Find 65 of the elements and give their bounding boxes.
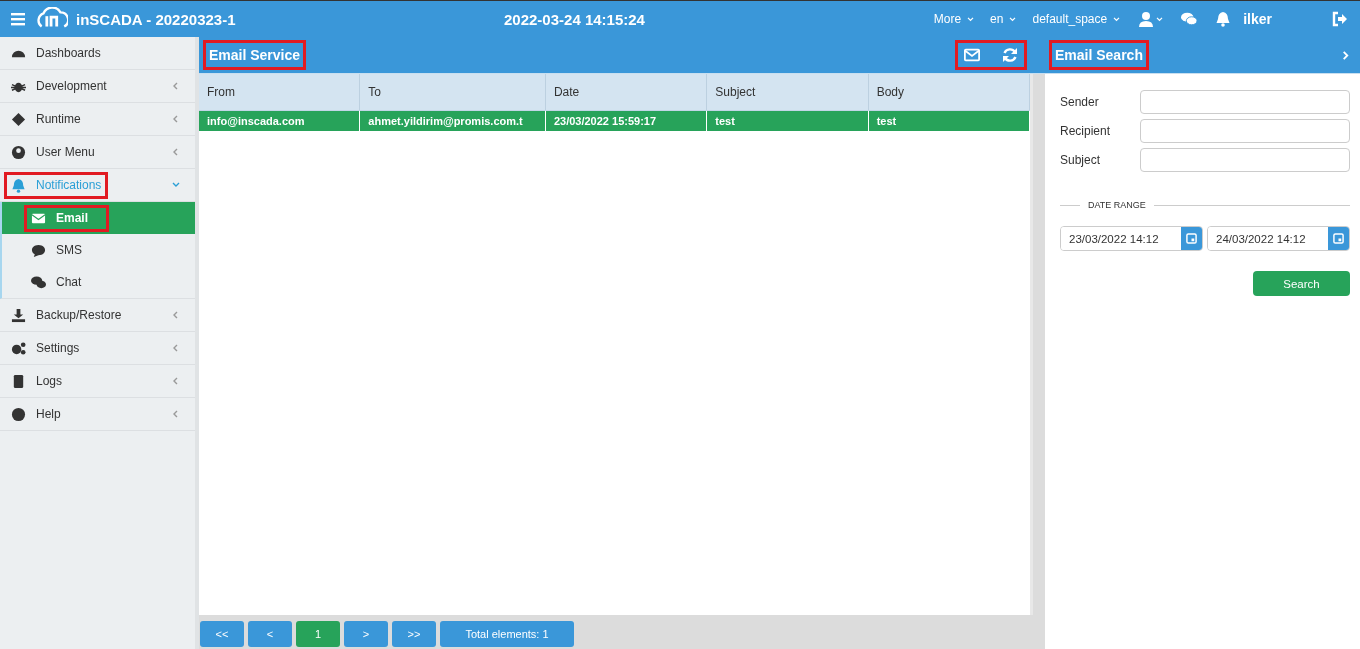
menu-label: Help (36, 407, 61, 421)
table-cell: test (707, 111, 869, 131)
chat-icon[interactable] (1181, 11, 1198, 27)
field-label: Recipient (1060, 124, 1112, 138)
caret-icon (967, 16, 975, 22)
panel-title: Email Search (1049, 40, 1149, 70)
menu-label: Settings (36, 341, 80, 355)
menu-label: Notifications (36, 178, 102, 192)
calendar-button[interactable] (1181, 227, 1202, 250)
menu-icon[interactable] (10, 11, 26, 27)
download-icon (11, 307, 26, 323)
column-header[interactable]: From (199, 74, 361, 110)
menu-label: Dashboards (36, 46, 101, 60)
envelope-icon[interactable] (964, 47, 980, 63)
calendar-icon (1186, 233, 1197, 244)
calendar-button[interactable] (1328, 227, 1349, 250)
menu-label: Email (56, 211, 88, 225)
input-field[interactable] (1140, 148, 1350, 172)
sidebar-item[interactable]: Settings (0, 332, 195, 365)
sidebar-item[interactable]: Backup/Restore (0, 299, 195, 332)
menu-label: Logs (36, 374, 63, 388)
column-header[interactable]: To (360, 74, 546, 110)
date-time: 2022-03-24 14:15:24 (504, 10, 645, 28)
sidebar-item[interactable]: Dashboards (0, 37, 195, 70)
input-field[interactable] (1140, 90, 1350, 114)
sidebar-item[interactable]: Runtime (0, 103, 195, 136)
section-legend: DATE RANGE (1088, 200, 1146, 210)
calendar-icon (1333, 233, 1344, 244)
table-cell: 23/03/2022 15:59:17 (545, 111, 708, 131)
chat-icon (31, 274, 46, 290)
submenu-item[interactable]: Chat (2, 266, 195, 298)
column-header[interactable]: Date (545, 74, 708, 110)
field-label: Sender (1060, 95, 1100, 109)
submenu-item[interactable]: SMS (2, 234, 195, 266)
total-count: Total elements: 1 (440, 621, 574, 647)
sidebar-item[interactable]: Development (0, 70, 195, 103)
menu-label: User Menu (36, 145, 95, 159)
menu-label: Chat (56, 275, 82, 289)
column-header[interactable]: Subject (707, 74, 869, 110)
field-label: Subject (1060, 153, 1102, 167)
refresh-icon[interactable] (1002, 47, 1018, 63)
table-cell: info@inscada.com (199, 111, 361, 131)
sms-bubble-icon (31, 242, 46, 258)
input-field[interactable] (1140, 119, 1350, 143)
caret-icon[interactable] (1156, 16, 1164, 22)
table-cell: ahmet.yildirim@promis.com.t (360, 111, 546, 131)
menu-label: SMS (56, 243, 82, 257)
bell-icon (11, 177, 26, 193)
app-title: inSCADA - 20220323-1 (76, 10, 237, 28)
column-header[interactable]: Body (868, 74, 1030, 110)
sidebar-item[interactable]: Logs (0, 365, 195, 398)
menu-label: Runtime (36, 112, 81, 126)
date-field[interactable]: 23/03/2022 14:12 (1060, 226, 1203, 251)
logout-icon[interactable] (1332, 11, 1348, 27)
sidebar-item[interactable]: User Menu (0, 136, 195, 169)
caret-icon (1113, 16, 1121, 22)
bell-icon[interactable] (1215, 11, 1232, 27)
table-cell: test (868, 111, 1030, 131)
chevron-right-icon[interactable] (1341, 49, 1350, 61)
sidebar-item[interactable]: Help (0, 398, 195, 431)
caret-icon (1009, 16, 1017, 22)
menu-label: Backup/Restore (36, 308, 122, 322)
menu-label: Development (36, 79, 107, 93)
date-field[interactable]: 24/03/2022 14:12 (1207, 226, 1350, 251)
panel-title: Email Service (203, 40, 307, 70)
